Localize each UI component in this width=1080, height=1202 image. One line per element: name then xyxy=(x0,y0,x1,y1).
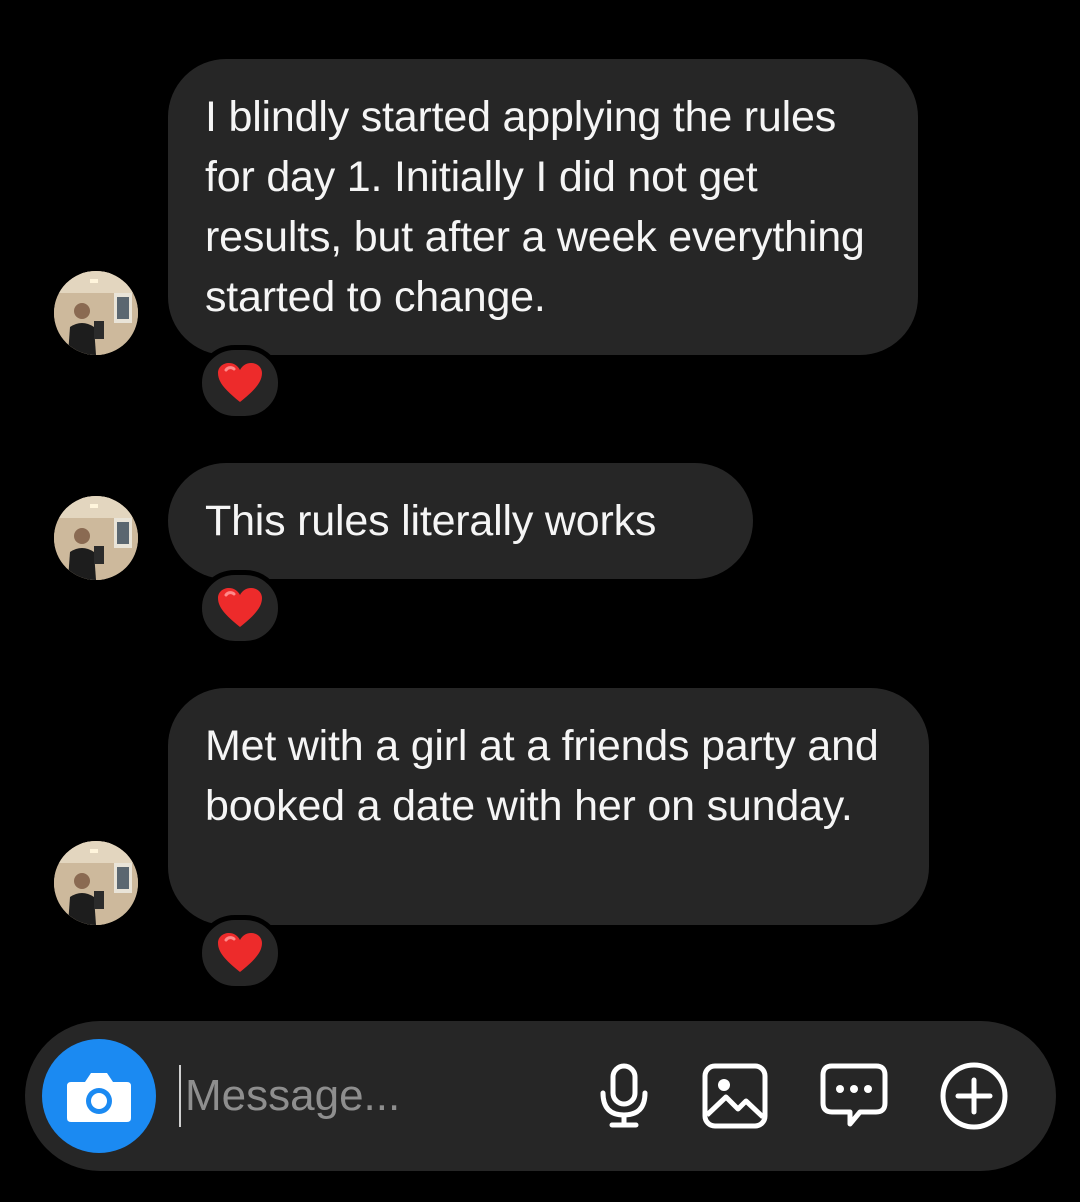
microphone-icon xyxy=(600,1063,648,1128)
message-text: Met with a girl at a friends party and b… xyxy=(205,722,879,830)
message-thread: I blindly started applying the rules for… xyxy=(0,0,1080,1010)
gallery-button[interactable] xyxy=(698,1059,772,1133)
reaction-badge[interactable] xyxy=(197,570,283,646)
message-bubble[interactable]: I blindly started applying the rules for… xyxy=(168,59,918,355)
sender-avatar[interactable] xyxy=(54,841,138,925)
message-bubble[interactable]: Met with a girl at a friends party and b… xyxy=(168,688,929,925)
microphone-button[interactable] xyxy=(587,1059,661,1133)
camera-icon xyxy=(67,1073,131,1122)
heart-icon xyxy=(218,363,262,402)
avatar-photo-icon xyxy=(54,496,138,580)
heart-icon xyxy=(218,588,262,627)
avatar-photo-icon xyxy=(54,841,138,925)
sender-avatar[interactable] xyxy=(54,496,138,580)
camera-button[interactable] xyxy=(42,1039,156,1153)
message-text: This rules literally works xyxy=(205,497,657,545)
heart-icon xyxy=(218,933,262,972)
sticker-chat-icon xyxy=(820,1063,888,1127)
add-button[interactable] xyxy=(937,1059,1011,1133)
message-composer xyxy=(25,1021,1056,1171)
message-text: I blindly started applying the rules for… xyxy=(205,93,865,321)
gallery-icon xyxy=(702,1063,768,1129)
reaction-badge[interactable] xyxy=(197,915,283,991)
sticker-chat-button[interactable] xyxy=(817,1059,891,1133)
message-input[interactable] xyxy=(179,1065,565,1127)
sender-avatar[interactable] xyxy=(54,271,138,355)
add-icon xyxy=(940,1062,1008,1130)
message-bubble[interactable]: This rules literally works xyxy=(168,463,753,579)
reaction-badge[interactable] xyxy=(197,345,283,421)
avatar-photo-icon xyxy=(54,271,138,355)
